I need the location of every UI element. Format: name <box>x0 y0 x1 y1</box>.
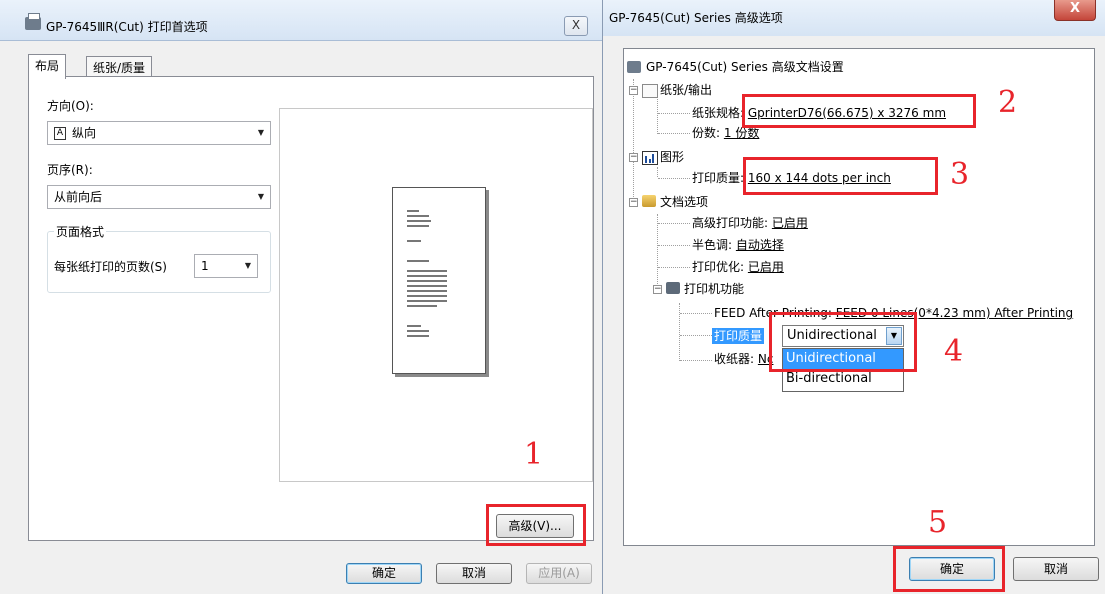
tree-graphic: 图形 <box>660 150 685 164</box>
graphic-icon <box>642 151 658 165</box>
print-quality-label: 打印质量: <box>692 171 745 185</box>
title-bar: GP-7645ⅢR(Cut) 打印首选项 X <box>0 0 602 41</box>
printer-features-icon <box>666 282 680 294</box>
collapse-icon[interactable]: − <box>653 285 662 294</box>
pages-per-sheet-label: 每张纸打印的页数(S) <box>54 260 167 274</box>
advanced-printing-value[interactable]: 已启用 <box>772 216 808 230</box>
pages-per-sheet-select[interactable]: 1 ▼ <box>194 254 258 278</box>
print-optimization-item[interactable]: 打印优化: 已启用 <box>692 259 784 275</box>
paper-preview-icon <box>392 187 486 374</box>
annotation-number-1: 1 <box>524 437 544 472</box>
close-icon[interactable]: X <box>564 16 588 36</box>
page-preview <box>279 108 593 482</box>
tree-printer-features: 打印机功能 <box>684 282 745 296</box>
halftone-value[interactable]: 自动选择 <box>736 238 784 252</box>
orientation-value: 纵向 <box>72 126 97 140</box>
collapse-icon[interactable]: − <box>629 153 638 162</box>
title-bar: GP-7645(Cut) Series 高级选项 X <box>603 0 1105 36</box>
receiver-label: 收纸器: <box>714 352 755 366</box>
annotation-number-3: 3 <box>950 157 970 192</box>
portrait-icon: A <box>54 127 66 140</box>
ok-button[interactable]: 确定 <box>346 563 422 584</box>
annotation-box-2 <box>742 94 976 128</box>
advanced-printing-label: 高级打印功能: <box>692 216 769 230</box>
chevron-down-icon: ▼ <box>257 128 264 137</box>
option-bidirectional[interactable]: Bi-directional <box>783 369 903 389</box>
page-format-legend: 页面格式 <box>54 223 107 240</box>
copies-value[interactable]: 1 份数 <box>724 126 759 140</box>
annotation-number-2: 2 <box>998 85 1018 120</box>
print-optimization-value[interactable]: 已启用 <box>748 260 784 274</box>
page-order-value: 从前向后 <box>54 190 103 204</box>
tree-document-options: 文档选项 <box>660 195 709 209</box>
apply-button[interactable]: 应用(A) <box>526 563 592 584</box>
paper-icon <box>642 84 658 98</box>
print-quality-feature-label[interactable]: 打印质量 <box>712 328 765 344</box>
annotation-number-4: 4 <box>944 334 964 369</box>
annotation-box-5 <box>893 546 1005 592</box>
window-title: GP-7645(Cut) Series 高级选项 <box>609 11 783 25</box>
close-icon[interactable]: X <box>1054 0 1096 21</box>
chevron-down-icon: ▼ <box>257 192 264 201</box>
page-order-select[interactable]: 从前向后 ▼ <box>47 185 271 209</box>
orientation-label: 方向(O): <box>47 99 94 113</box>
annotation-box-3 <box>743 157 938 195</box>
tab-layout[interactable]: 布局 <box>28 54 67 79</box>
tree-paper-output: 纸张/输出 <box>660 83 713 97</box>
printer-icon <box>627 61 641 73</box>
orientation-select[interactable]: A 纵向 ▼ <box>47 121 271 145</box>
print-optimization-label: 打印优化: <box>692 260 745 274</box>
annotation-box-1 <box>486 504 586 546</box>
annotation-box-4 <box>769 312 917 372</box>
printer-icon <box>25 13 41 30</box>
collapse-icon[interactable]: − <box>629 198 638 207</box>
advanced-options-dialog: GP-7645(Cut) Series 高级选项 X GP-7645(Cut) … <box>602 0 1105 594</box>
pages-per-sheet-value: 1 <box>201 259 209 273</box>
receiver-item[interactable]: 收纸器: Nc <box>714 351 773 367</box>
page-format-group: 页面格式 每张纸打印的页数(S) 1 ▼ <box>47 223 271 293</box>
document-options-icon <box>642 195 656 207</box>
cancel-button[interactable]: 取消 <box>436 563 512 584</box>
paper-size-label: 纸张规格: <box>692 106 745 120</box>
tree-root: GP-7645(Cut) Series 高级文档设置 <box>646 60 844 74</box>
window-title: GP-7645ⅢR(Cut) 打印首选项 <box>46 20 208 34</box>
halftone-item[interactable]: 半色调: 自动选择 <box>692 237 784 253</box>
halftone-label: 半色调: <box>692 238 733 252</box>
page-order-label: 页序(R): <box>47 163 93 177</box>
chevron-down-icon: ▼ <box>244 261 251 270</box>
advanced-printing-item[interactable]: 高级打印功能: 已启用 <box>692 215 808 231</box>
copies-label: 份数: <box>692 126 721 140</box>
annotation-number-5: 5 <box>928 505 948 540</box>
cancel-button[interactable]: 取消 <box>1013 557 1099 581</box>
collapse-icon[interactable]: − <box>629 86 638 95</box>
